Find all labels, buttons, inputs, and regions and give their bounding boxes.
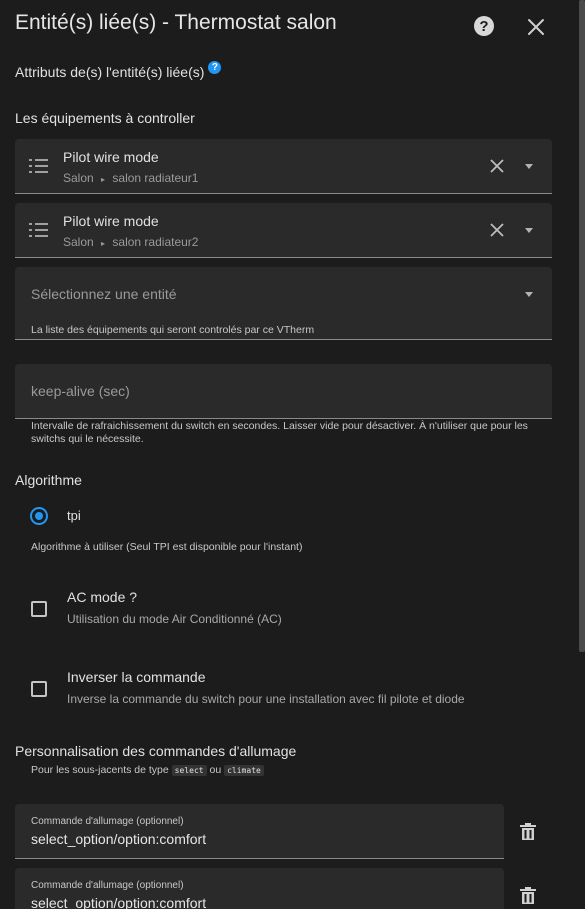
entity-name: Pilot wire mode [63, 213, 159, 229]
equipment-heading: Les équipements à controller [15, 110, 195, 126]
ac-mode-title: AC mode ? [67, 589, 138, 605]
entity-path: Salon ▸ salon radiateur1 [63, 171, 198, 185]
tpi-radio-label: tpi [67, 508, 81, 523]
chevron-down-icon[interactable] [525, 228, 533, 233]
keep-alive-placeholder: keep-alive (sec) [31, 383, 130, 399]
linked-attributes-text: Attributs de(s) l'entité(s) liée(s) [15, 64, 205, 80]
invert-command-title: Inverser la commande [67, 669, 206, 685]
help-icon[interactable]: ? [474, 16, 494, 36]
keep-alive-helper-text: Intervalle de rafraichissement du switch… [31, 420, 528, 445]
info-icon[interactable]: ? [208, 61, 222, 74]
list-icon [29, 158, 48, 174]
invert-command-checkbox[interactable] [31, 681, 47, 697]
chevron-down-icon[interactable] [525, 164, 533, 169]
commands-subtitle: Pour les sous-jacents de type select ou … [31, 764, 264, 777]
entity-device: salon radiateur2 [112, 235, 199, 249]
invert-command-description: Inverse la commande du switch pour une i… [67, 692, 465, 706]
chevron-down-icon[interactable] [525, 292, 533, 297]
entity-device: salon radiateur1 [112, 171, 199, 185]
equipment-entity-2[interactable]: Pilot wire mode Salon ▸ salon radiateur2 [15, 203, 552, 258]
tpi-radio[interactable] [30, 507, 48, 525]
equipment-helper-text: La liste des équipements qui seront cont… [31, 324, 315, 336]
linked-attributes-label: Attributs de(s) l'entité(s) liée(s)? [15, 61, 222, 80]
equipment-entity-1[interactable]: Pilot wire mode Salon ▸ salon radiateur1 [15, 139, 552, 194]
close-icon[interactable] [526, 17, 546, 37]
command-value: select_option/option:comfort [31, 831, 207, 847]
command-input-2[interactable]: Commande d'allumage (optionnel) select_o… [15, 868, 504, 909]
algorithm-helper-text: Algorithme à utiliser (Seul TPI est disp… [31, 541, 303, 553]
scrollbar-thumb[interactable] [579, 0, 585, 652]
dialog-title: Entité(s) liée(s) - Thermostat salon [15, 11, 337, 34]
list-icon [29, 222, 48, 238]
entity-name: Pilot wire mode [63, 149, 159, 165]
code-climate: climate [224, 765, 264, 776]
dialog: Entité(s) liée(s) - Thermostat salon ? A… [0, 0, 585, 909]
path-separator-icon: ▸ [101, 175, 106, 184]
entity-path: Salon ▸ salon radiateur2 [63, 235, 198, 249]
commands-sub-prefix: Pour les sous-jacents de type [31, 764, 169, 776]
scrollbar[interactable] [578, 0, 585, 909]
commands-sub-or: ou [209, 764, 222, 776]
entity-area: Salon [63, 235, 94, 249]
trash-icon[interactable] [520, 823, 536, 841]
clear-icon[interactable] [490, 159, 504, 173]
ac-mode-checkbox[interactable] [31, 601, 47, 617]
path-separator-icon: ▸ [101, 239, 106, 248]
clear-icon[interactable] [490, 223, 504, 237]
entity-area: Salon [63, 171, 94, 185]
trash-icon[interactable] [520, 887, 536, 905]
command-label: Commande d'allumage (optionnel) [31, 880, 184, 891]
keep-alive-input[interactable]: keep-alive (sec) [15, 364, 552, 419]
entity-select-placeholder: Sélectionnez une entité [31, 286, 177, 302]
algorithm-heading: Algorithme [15, 472, 82, 488]
ac-mode-description: Utilisation du mode Air Conditionné (AC) [67, 612, 282, 626]
command-value: select_option/option:comfort [31, 895, 207, 909]
code-select: select [171, 765, 207, 776]
command-label: Commande d'allumage (optionnel) [31, 816, 184, 827]
command-input-1[interactable]: Commande d'allumage (optionnel) select_o… [15, 804, 504, 859]
commands-heading: Personnalisation des commandes d'allumag… [15, 743, 297, 759]
